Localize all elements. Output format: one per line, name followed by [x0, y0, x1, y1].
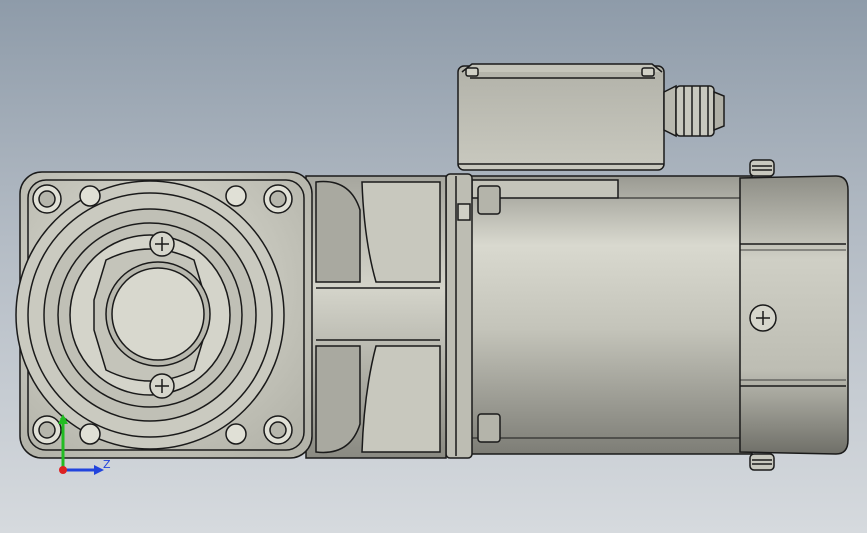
gearbox-housing — [305, 175, 447, 459]
motor-body — [461, 175, 753, 455]
model-drawing: Y Z — [15, 63, 849, 475]
cable-gland — [663, 84, 725, 138]
terminal-box — [457, 63, 665, 171]
triad-z-label: Z — [103, 458, 111, 471]
motor-end-cap — [739, 159, 849, 471]
cad-viewport[interactable]: Y Z — [0, 0, 867, 533]
triad-y-label: Y — [59, 416, 67, 429]
